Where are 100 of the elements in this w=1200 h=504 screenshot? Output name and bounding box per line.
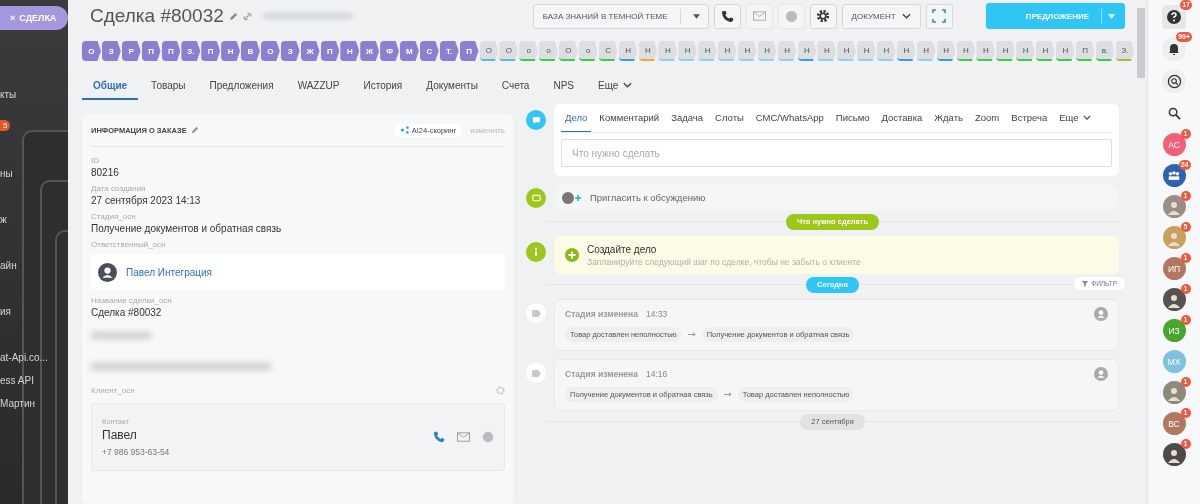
pipeline-stage[interactable]: Н (638, 41, 658, 61)
knowledge-base-button[interactable]: БАЗА ЗНАНИЙ В ТЕМНОЙ ТЕМЕ (532, 3, 709, 29)
pipeline-stage[interactable]: Н (837, 41, 857, 61)
pipeline-stage[interactable]: в. (1095, 41, 1115, 61)
help-button[interactable] (1162, 5, 1186, 29)
task-input[interactable]: Что нужно сделать (561, 139, 1112, 167)
pipeline-stage[interactable]: М (400, 41, 419, 61)
nav-item[interactable]: ж (0, 213, 7, 227)
pipeline-stage[interactable]: Н (618, 41, 638, 61)
tab[interactable]: WAZZUP (286, 76, 351, 100)
tab[interactable]: Письмо (831, 104, 874, 132)
contact-name[interactable]: Павел (102, 428, 170, 442)
pipeline-stage[interactable]: З (280, 41, 300, 61)
pipeline-stage[interactable]: Н (757, 41, 777, 61)
phone-icon[interactable] (433, 431, 445, 443)
pencil-icon[interactable] (190, 126, 199, 134)
tab[interactable]: История (352, 76, 414, 100)
pipeline-stage[interactable]: Н (916, 41, 936, 61)
pipeline-stage[interactable]: Н (996, 41, 1016, 61)
tab[interactable]: Доставка (877, 104, 927, 132)
tab[interactable]: Дело (561, 104, 592, 132)
pipeline-stage[interactable]: З. (181, 41, 201, 61)
nav-item[interactable]: айн (0, 259, 17, 273)
tab[interactable]: Задача (667, 104, 708, 132)
pipeline-stage[interactable]: Н (956, 41, 976, 61)
scan-button[interactable] (925, 3, 953, 29)
pipeline-stage[interactable]: П (201, 41, 221, 61)
pipeline-stage[interactable]: Н (936, 41, 956, 61)
pipeline-stage[interactable]: Н (1036, 41, 1055, 61)
nav-item[interactable]: at-Api.co... (0, 351, 48, 365)
tab[interactable]: Счета (490, 76, 541, 100)
pipeline-stage[interactable]: Н (658, 41, 678, 61)
pipeline-stage[interactable]: о (578, 41, 598, 61)
create-task-card[interactable]: Создайте дело Запланируйте следующий шаг по сделке, чтобы не забыть о клиенте (554, 236, 1119, 274)
pipeline-stage[interactable]: Н (817, 41, 837, 61)
pipeline-stage[interactable]: Н (698, 41, 717, 61)
pipeline-stage[interactable]: П (141, 41, 161, 61)
contact-avatar[interactable] (1162, 288, 1186, 311)
tab[interactable]: Встреча (1007, 104, 1052, 132)
pipeline-stage[interactable]: О (559, 41, 578, 61)
pipeline-stage[interactable]: З (101, 41, 121, 61)
pipeline-stage[interactable]: О (260, 41, 280, 61)
chat-search-button[interactable] (1162, 69, 1186, 93)
pipeline-stage[interactable]: Т. (439, 41, 459, 61)
user-link[interactable]: Павел Интеграция (126, 266, 213, 278)
tab[interactable]: Еще (1055, 104, 1095, 132)
pipeline-stage[interactable]: Н (678, 41, 698, 61)
pipeline-stage[interactable]: О (82, 41, 101, 61)
pipeline-stage[interactable]: С (598, 41, 618, 61)
pipeline-stage[interactable]: Н (1016, 41, 1035, 61)
pipeline-stage[interactable]: Н (777, 41, 797, 61)
tab[interactable]: Комментарий (595, 104, 664, 132)
pipeline-stage[interactable]: о (539, 41, 558, 61)
link-icon[interactable] (242, 11, 252, 21)
notifications-button[interactable] (1162, 37, 1186, 61)
pipeline-stage[interactable]: Ж (300, 41, 320, 61)
mail-icon[interactable] (457, 432, 470, 442)
nav-item[interactable]: кты (0, 88, 17, 102)
tab[interactable]: Zoom (971, 104, 1004, 132)
phone-button[interactable] (713, 3, 741, 29)
pipeline-stage[interactable]: Н (857, 41, 876, 61)
pipeline-stage[interactable]: Н (976, 41, 996, 61)
tab[interactable]: Еще (586, 76, 644, 100)
pipeline-stage[interactable]: о (519, 41, 539, 61)
pipeline-stage[interactable]: Н (896, 41, 916, 61)
pipeline-stage[interactable]: П (161, 41, 181, 61)
nav-item[interactable]: ess API (0, 374, 34, 388)
tab[interactable]: Ждать (930, 104, 967, 132)
pipeline-stage[interactable]: П (459, 41, 479, 61)
nav-item[interactable]: Мартин (0, 397, 36, 411)
pipeline-stage[interactable]: П (1075, 41, 1095, 61)
pipeline-stage[interactable]: С (419, 41, 439, 61)
scrollbar-thumb[interactable] (1137, 8, 1145, 78)
document-button[interactable]: ДОКУМЕНТ (841, 3, 921, 29)
tab[interactable]: СМС/WhatsApp (751, 104, 828, 132)
pipeline-stage[interactable]: Н (718, 41, 737, 61)
pipeline-stage[interactable]: Н (797, 41, 817, 61)
tab[interactable]: Товары (140, 76, 197, 100)
pipeline-stage[interactable]: Н (221, 41, 240, 61)
tab[interactable]: Слоты (711, 104, 748, 132)
pipeline-stage[interactable]: П (320, 41, 340, 61)
pipeline-stage[interactable]: В (241, 41, 260, 61)
pipeline-stage[interactable]: О (479, 41, 499, 61)
tab[interactable]: Предложения (198, 76, 285, 100)
settings-button[interactable] (809, 3, 837, 29)
pipeline-stage[interactable]: Н (1055, 41, 1075, 61)
contact-avatar[interactable] (1162, 443, 1186, 466)
invite-button[interactable]: Пригласить к обсуждению (554, 184, 1119, 211)
tab[interactable]: Общие (82, 76, 139, 100)
nav-item[interactable]: ия (0, 305, 11, 319)
pipeline-stage[interactable]: Ж (360, 41, 380, 61)
pipeline-stage[interactable]: Ф (380, 41, 399, 61)
settings-icon[interactable] (496, 386, 505, 395)
nav-item[interactable]: ны (0, 167, 13, 181)
pencil-icon[interactable] (228, 11, 238, 21)
pipeline-stage[interactable]: О (499, 41, 519, 61)
pipeline-stage[interactable]: Н (737, 41, 757, 61)
pipeline-stage[interactable]: Н (340, 41, 360, 61)
tab[interactable]: Документы (415, 76, 489, 100)
tab[interactable]: NPS (542, 76, 585, 100)
